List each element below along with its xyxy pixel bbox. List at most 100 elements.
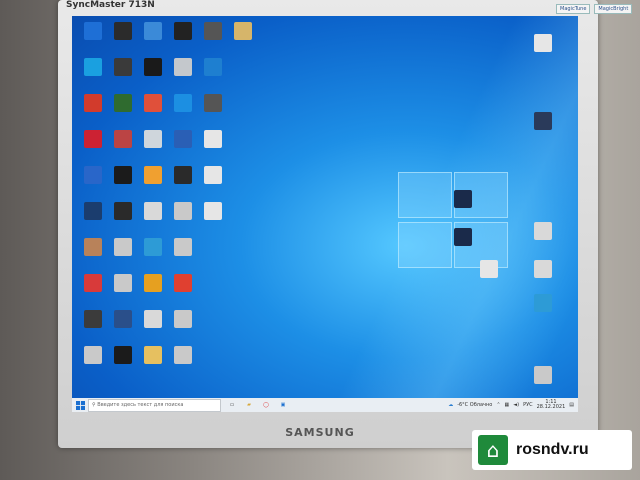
app-icon <box>84 238 102 256</box>
app-icon <box>144 310 162 328</box>
monitor-model-label: SyncMaster 713N <box>66 0 155 10</box>
desktop-icon[interactable] <box>136 58 170 76</box>
start-button[interactable] <box>72 398 88 412</box>
desktop-icon[interactable] <box>166 130 200 148</box>
opera-icon[interactable]: ◯ <box>260 400 272 410</box>
desktop-icon[interactable] <box>166 346 200 364</box>
app-icon <box>114 310 132 328</box>
volume-icon[interactable]: ◄) <box>513 402 519 408</box>
desktop-icon[interactable] <box>136 346 170 364</box>
desktop-icon-right[interactable] <box>526 34 560 52</box>
taskbar: ⚲ Введите здесь текст для поиска ▭ ▰ ◯ ▣… <box>72 398 578 412</box>
desktop-icon-right[interactable] <box>526 112 560 130</box>
desktop-icon[interactable] <box>136 94 170 112</box>
desktop-icon-right[interactable] <box>526 260 560 278</box>
desktop-icon[interactable] <box>106 310 140 328</box>
magicbright-badge: MagicBright <box>594 4 633 14</box>
desktop-icon[interactable] <box>76 130 110 148</box>
app-icon <box>534 34 552 52</box>
desktop-icon[interactable] <box>106 238 140 256</box>
desktop-icon[interactable] <box>136 274 170 292</box>
weather-icon[interactable]: ☁ <box>448 402 453 408</box>
app-icon <box>144 58 162 76</box>
desktop-icon[interactable] <box>196 130 230 148</box>
app-icon <box>144 346 162 364</box>
windows-logo-wallpaper <box>398 172 510 272</box>
desktop-icon[interactable] <box>76 346 110 364</box>
weather-text[interactable]: -6°C Облачно <box>457 402 492 408</box>
magictune-badge: MagicTune <box>556 4 591 14</box>
task-view-icon[interactable]: ▭ <box>226 400 238 410</box>
desktop-icon[interactable] <box>76 22 110 40</box>
desktop-icon[interactable] <box>166 94 200 112</box>
app-icon <box>174 130 192 148</box>
desktop-icon[interactable] <box>106 58 140 76</box>
windows-icon <box>75 400 85 410</box>
desktop-icon-right[interactable] <box>526 222 560 240</box>
desktop-icon[interactable] <box>166 202 200 220</box>
desktop-icon[interactable] <box>166 166 200 184</box>
desktop-icon-right[interactable] <box>526 366 560 384</box>
desktop-icon[interactable] <box>136 166 170 184</box>
app-icon <box>174 238 192 256</box>
app-icon <box>84 202 102 220</box>
app-icon <box>174 274 192 292</box>
file-explorer-icon[interactable]: ▰ <box>243 400 255 410</box>
desktop-icon[interactable] <box>106 346 140 364</box>
app-icon <box>84 274 102 292</box>
app-icon <box>174 58 192 76</box>
desktop-icon[interactable] <box>76 310 110 328</box>
desktop-icon[interactable] <box>136 238 170 256</box>
desktop-icon[interactable] <box>136 310 170 328</box>
desktop-icon-right[interactable] <box>526 294 560 312</box>
desktop-icon[interactable] <box>76 274 110 292</box>
desktop-icon[interactable] <box>166 58 200 76</box>
desktop-icon[interactable] <box>76 58 110 76</box>
desktop-icon[interactable] <box>166 22 200 40</box>
notifications-icon[interactable]: ▤ <box>569 402 574 408</box>
desktop-icon[interactable] <box>76 202 110 220</box>
desktop-icon[interactable] <box>166 310 200 328</box>
chevron-up-icon[interactable]: ⌃ <box>496 402 500 408</box>
desktop-icon[interactable] <box>226 22 260 40</box>
app-icon <box>114 346 132 364</box>
desktop-icon[interactable] <box>106 22 140 40</box>
desktop-icon[interactable] <box>106 130 140 148</box>
desktop-icon[interactable] <box>106 202 140 220</box>
desktop-icon[interactable] <box>196 94 230 112</box>
desktop-icon[interactable] <box>76 94 110 112</box>
desktop-icon[interactable] <box>136 22 170 40</box>
store-icon[interactable]: ▣ <box>277 400 289 410</box>
network-icon[interactable]: ▦ <box>505 402 510 408</box>
desktop-icon[interactable] <box>196 202 230 220</box>
app-icon <box>534 260 552 278</box>
app-icon <box>114 238 132 256</box>
desktop-icon[interactable] <box>136 202 170 220</box>
desktop-icon-center[interactable] <box>472 260 506 278</box>
desktop-icon[interactable] <box>76 166 110 184</box>
app-icon <box>84 94 102 112</box>
desktop-icon-center[interactable] <box>446 228 480 246</box>
watermark-badge[interactable]: ⌂ rosndv.ru <box>472 430 632 470</box>
desktop-icon[interactable] <box>196 58 230 76</box>
desktop-icon[interactable] <box>166 238 200 256</box>
desktop-icon[interactable] <box>196 22 230 40</box>
desktop-icon[interactable] <box>76 238 110 256</box>
desktop-icon-center[interactable] <box>446 190 480 208</box>
app-icon <box>144 22 162 40</box>
app-icon <box>174 22 192 40</box>
app-icon <box>114 202 132 220</box>
desktop-icon[interactable] <box>166 274 200 292</box>
desktop-icon[interactable] <box>136 130 170 148</box>
taskbar-search-box[interactable]: ⚲ Введите здесь текст для поиска <box>88 398 221 412</box>
app-icon <box>144 166 162 184</box>
app-icon <box>480 260 498 278</box>
app-icon <box>174 202 192 220</box>
language-indicator[interactable]: РУС <box>523 402 533 408</box>
desktop-icon[interactable] <box>106 94 140 112</box>
clock[interactable]: 1:11 28.12.2021 <box>537 400 566 410</box>
desktop-icon[interactable] <box>106 166 140 184</box>
desktop-icon[interactable] <box>106 274 140 292</box>
desktop-icon[interactable] <box>196 166 230 184</box>
app-icon <box>84 130 102 148</box>
